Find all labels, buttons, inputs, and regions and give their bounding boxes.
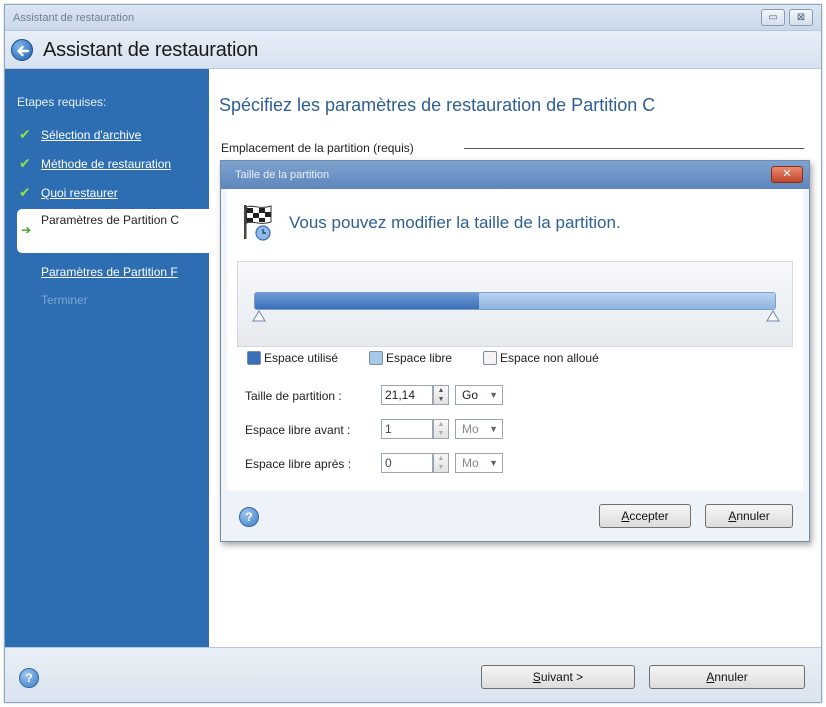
free-before-unit-select[interactable]: Mo ▼ <box>455 419 503 439</box>
dialog-title: Taille de la partition <box>235 169 330 181</box>
next-button[interactable]: Suivant > <box>481 665 635 689</box>
free-before-label: Espace libre avant : <box>245 423 351 437</box>
free-before-stepper[interactable]: ▲ ▼ <box>433 419 449 439</box>
sidebar-item-partition-f-settings[interactable]: Paramètres de Partition F <box>41 265 178 279</box>
sidebar-item-finish: Terminer <box>41 293 88 307</box>
used-space-segment <box>255 293 479 309</box>
sidebar-item-label: Méthode de restauration <box>41 157 172 171</box>
chevron-down-icon: ▼ <box>489 390 498 400</box>
wizard-header: Assistant de restauration <box>5 31 821 69</box>
unallocated-space-swatch <box>483 351 497 365</box>
chevron-down-icon: ▼ <box>489 424 498 434</box>
dialog-footer: ? Accepter Annuler <box>221 491 809 541</box>
free-before-input[interactable] <box>381 419 433 439</box>
used-space-swatch <box>247 351 261 365</box>
dialog-titlebar[interactable]: Taille de la partition ✕ <box>221 161 809 189</box>
free-after-input[interactable] <box>381 453 433 473</box>
current-step-arrow-icon: ➔ <box>21 223 32 237</box>
free-space-swatch <box>369 351 383 365</box>
check-icon: ✔ <box>19 126 31 142</box>
page-title: Spécifiez les paramètres de restauration… <box>219 95 656 115</box>
back-button[interactable] <box>11 39 33 61</box>
cancel-wizard-button[interactable]: Annuler <box>649 665 805 689</box>
free-after-unit-select[interactable]: Mo ▼ <box>455 453 503 473</box>
sidebar-item-label: Quoi restaurer <box>41 186 118 200</box>
partition-size-label: Taille de partition : <box>245 389 342 403</box>
free-after-stepper[interactable]: ▲ ▼ <box>433 453 449 473</box>
help-icon[interactable]: ? <box>19 668 39 688</box>
right-resize-handle-icon[interactable] <box>766 310 780 322</box>
maximize-button[interactable]: ▭ <box>761 9 785 26</box>
wizard-title: Assistant de restauration <box>43 39 259 61</box>
sidebar-item-archive-selection[interactable]: ✔ Sélection d'archive <box>5 123 209 149</box>
sidebar-item-restore-method[interactable]: ✔ Méthode de restauration <box>5 152 209 178</box>
partition-size-input[interactable] <box>381 385 433 405</box>
window-title: Assistant de restauration <box>13 12 135 24</box>
legend-unallocated-space: Espace non alloué <box>483 351 599 365</box>
dialog-close-button[interactable]: ✕ <box>771 166 803 183</box>
checkered-flag-icon <box>244 205 272 241</box>
legend-used-space: Espace utilisé <box>247 351 338 365</box>
partition-size-unit-select[interactable]: Go ▼ <box>455 385 503 405</box>
legend-free-space: Espace libre <box>369 351 452 365</box>
partition-bar-area <box>237 261 793 347</box>
sidebar-item-what-to-restore[interactable]: ✔ Quoi restaurer <box>5 181 209 207</box>
partition-location-label: Emplacement de la partition (requis) <box>221 141 414 155</box>
steps-sidebar: Etapes requises: ✔ Sélection d'archive ✔… <box>5 69 209 647</box>
back-arrow-icon <box>17 45 30 57</box>
left-resize-handle-icon[interactable] <box>252 310 266 322</box>
dialog-help-icon[interactable]: ? <box>239 507 259 527</box>
dialog-body: Vous pouvez modifier la taille de la par… <box>227 189 803 491</box>
steps-heading: Etapes requises: <box>17 95 107 109</box>
check-icon: ✔ <box>19 184 31 200</box>
dialog-cancel-button[interactable]: Annuler <box>705 504 793 528</box>
accept-button[interactable]: Accepter <box>599 504 691 528</box>
partition-size-bar[interactable] <box>254 292 776 310</box>
partition-size-dialog: Taille de la partition ✕ Vous pouvez mod… <box>220 160 810 542</box>
chevron-down-icon: ▼ <box>489 458 498 468</box>
close-window-button[interactable]: ⊠ <box>789 9 813 26</box>
section-divider <box>464 148 804 149</box>
partition-size-stepper[interactable]: ▲ ▼ <box>433 385 449 405</box>
dialog-heading: Vous pouvez modifier la taille de la par… <box>289 213 621 232</box>
wizard-footer: ? Suivant > Annuler <box>5 647 821 702</box>
sidebar-item-label: Paramètres de Partition C <box>41 213 180 227</box>
free-after-label: Espace libre après : <box>245 457 352 471</box>
window-titlebar[interactable]: Assistant de restauration ▭ ⊠ <box>5 5 821 31</box>
free-space-segment <box>479 293 775 309</box>
sidebar-item-label: Sélection d'archive <box>41 128 142 142</box>
sidebar-item-partition-c-settings[interactable]: ➔ Paramètres de Partition C <box>17 209 209 253</box>
check-icon: ✔ <box>19 155 31 171</box>
